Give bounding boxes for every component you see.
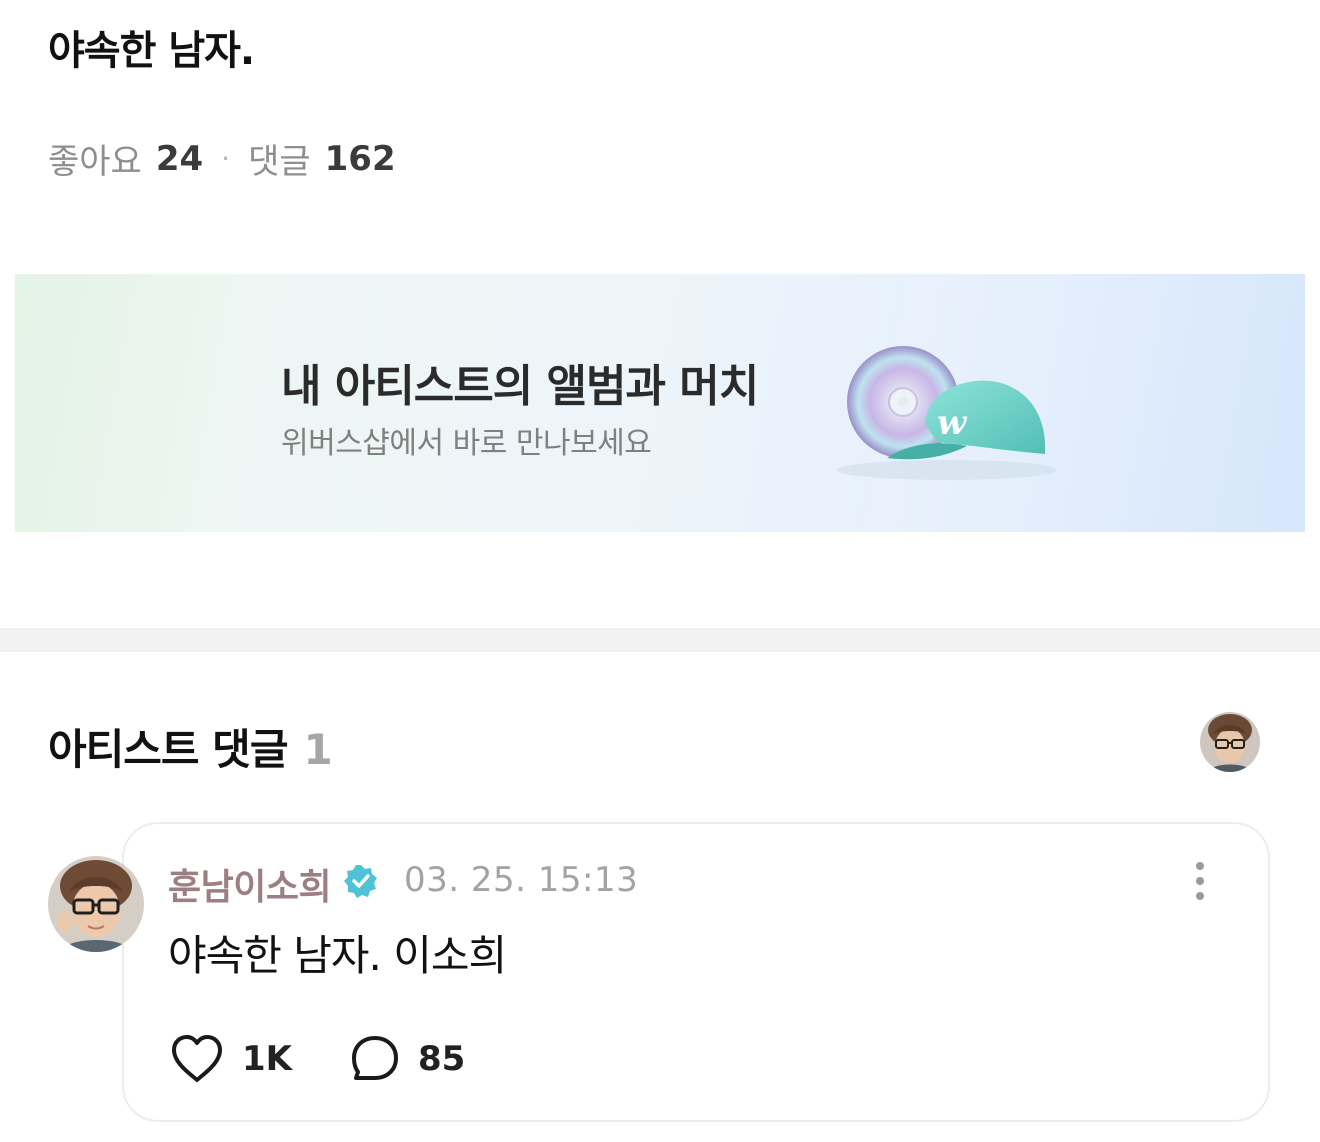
album-cap-illustration: w (837, 346, 1057, 480)
reply-button[interactable]: 85 (350, 1034, 465, 1084)
like-count: 1K (242, 1039, 293, 1079)
post-stats: 좋아요 24 · 댓글 162 (48, 134, 396, 183)
heart-outline-icon (172, 1035, 222, 1082)
artist-avatar[interactable] (1200, 712, 1260, 772)
verified-badge-icon (344, 865, 377, 898)
post-title: 야속한 남자. (48, 28, 255, 74)
more-dot (1196, 892, 1204, 900)
section-divider (0, 628, 1320, 652)
avatar-image (48, 856, 144, 952)
commenter-avatar[interactable] (48, 856, 144, 952)
more-vertical-icon (1196, 862, 1204, 870)
more-options-button[interactable] (1180, 858, 1220, 904)
stats-separator: · (221, 142, 231, 175)
comment-text: 야속한 남자. 이소희 (168, 931, 507, 980)
likes-label: 좋아요 (48, 142, 142, 182)
artist-comments-heading: 아티스트 댓글 1 (48, 716, 333, 777)
comments-count: 162 (324, 138, 396, 179)
weverse-shop-banner[interactable]: 내 아티스트의 앨범과 머치 위버스샵에서 바로 만나보세요 w (15, 274, 1305, 532)
reply-count: 85 (418, 1039, 466, 1079)
avatar-image (1200, 712, 1260, 772)
artist-comments-title: 아티스트 댓글 (48, 725, 288, 774)
banner-title: 내 아티스트의 앨범과 머치 (281, 361, 759, 412)
artist-comments-count: 1 (303, 725, 332, 774)
like-button[interactable]: 1K (170, 1034, 292, 1084)
likes-count: 24 (155, 138, 204, 179)
comment-timestamp: 03. 25. 15:13 (404, 860, 639, 900)
more-dot (1196, 877, 1204, 885)
banner-subtitle: 위버스샵에서 바로 만나보세요 (281, 426, 652, 461)
comment-author[interactable]: 훈남이소희 (168, 858, 332, 910)
speech-bubble-icon (352, 1036, 398, 1080)
cap-logo: w (937, 403, 968, 443)
comments-label: 댓글 (248, 142, 311, 182)
